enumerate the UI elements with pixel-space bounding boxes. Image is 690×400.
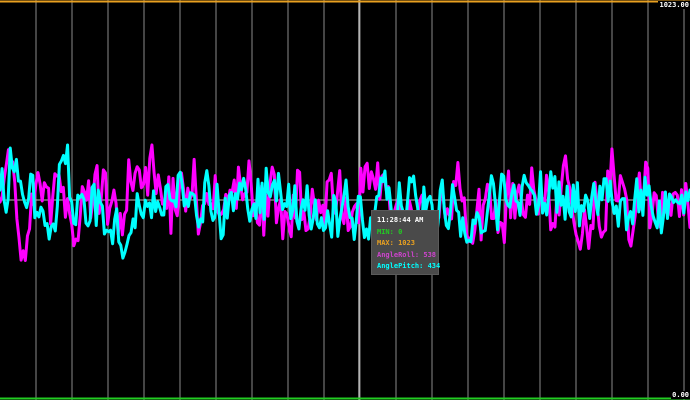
- tooltip-time: 11:28:44 AM: [377, 216, 424, 224]
- tooltip-min: MIN: 0: [377, 227, 403, 236]
- hover-tooltip: 11:28:44 AM MIN: 0 MAX: 1023 AngleRoll: …: [371, 210, 441, 275]
- y-axis-min-label: 0.00: [671, 391, 690, 399]
- y-axis-max-label: 1023.00: [658, 1, 690, 9]
- line-chart[interactable]: [0, 0, 690, 400]
- tooltip-angle-pitch: AnglePitch: 434: [377, 262, 441, 270]
- tooltip-angle-roll: AngleRoll: 538: [377, 250, 437, 259]
- tooltip-max: MAX: 1023: [377, 239, 415, 247]
